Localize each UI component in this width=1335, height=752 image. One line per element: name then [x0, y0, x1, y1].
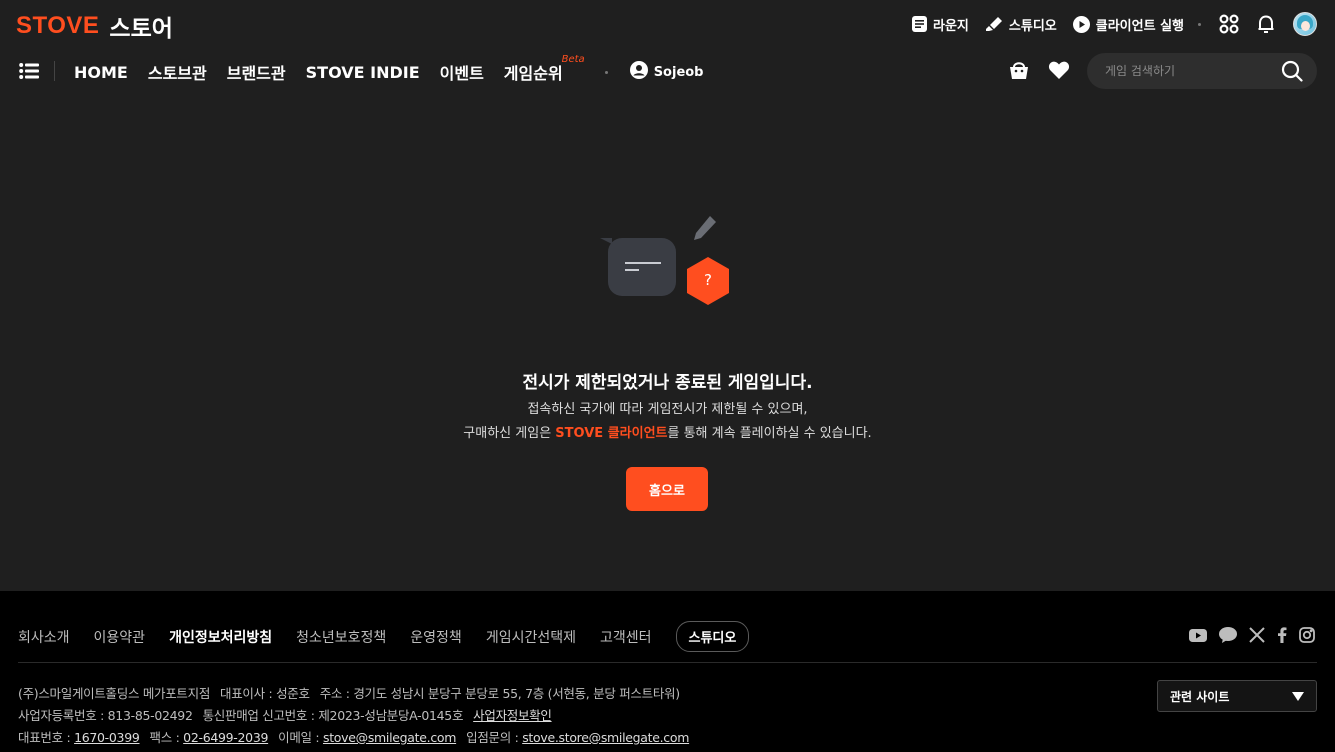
store-title[interactable]: 스토어 — [109, 9, 172, 43]
top-bar: STOVE 스토어 라운지 스튜디오 클라이언트 실행 — [0, 0, 1335, 48]
tel-label: 대표번호 : — [18, 730, 75, 745]
divider-dot — [1198, 22, 1201, 26]
play-icon — [1072, 15, 1090, 33]
footer-link-terms[interactable]: 이용약관 — [94, 627, 146, 647]
chat-bubble-icon[interactable] — [1219, 627, 1237, 643]
nav-stove-hall[interactable]: 스토브관 — [148, 60, 207, 84]
caret-down-icon — [1292, 692, 1304, 701]
nav-items: HOME 스토브관 브랜드관 STOVE INDIE 이벤트 게임순위 Beta … — [74, 54, 704, 84]
search-input[interactable] — [1105, 53, 1275, 89]
badge-question-mark: ? — [704, 271, 712, 289]
business-number: 사업자등록번호 : 813-85-02492 — [18, 708, 193, 723]
studio-icon — [985, 16, 1003, 32]
cart-icon[interactable] — [1008, 59, 1030, 85]
message-line-1: 접속하신 국가에 따라 게임전시가 제한될 수 있으며, — [527, 402, 808, 417]
client-run-link[interactable]: 클라이언트 실행 — [1072, 15, 1184, 34]
footer-link-game-time[interactable]: 게임시간선택제 — [486, 627, 576, 647]
nav-stove-indie[interactable]: STOVE INDIE — [306, 63, 420, 82]
fax-link[interactable]: 02-6499-2039 — [183, 730, 268, 745]
mail-order-number: 통신판매업 신고번호 : 제2023-성남분당A-0145호 — [202, 708, 464, 723]
message-line-2-post: 를 통해 계속 플레이하실 수 있습니다. — [667, 426, 872, 441]
instagram-icon[interactable] — [1299, 627, 1315, 643]
beta-badge: Beta — [561, 54, 585, 65]
nav-home[interactable]: HOME — [74, 63, 128, 82]
footer-links: 회사소개 이용약관 개인정보처리방침 청소년보호정책 운영정책 게임시간선택제 … — [18, 621, 750, 652]
main-content: ? 전시가 제한되었거나 종료된 게임입니다. 접속하신 국가에 따라 게임전시… — [0, 94, 1335, 591]
nav-divider — [54, 61, 55, 81]
footer-link-youth[interactable]: 청소년보호정책 — [296, 627, 386, 647]
footer: 회사소개 이용약관 개인정보처리방침 청소년보호정책 운영정책 게임시간선택제 … — [0, 591, 1335, 752]
utility-menu: 라운지 스튜디오 클라이언트 실행 — [896, 11, 1317, 37]
youtube-icon[interactable] — [1189, 628, 1207, 642]
stove-client-link[interactable]: STOVE 클라이언트 — [555, 426, 667, 441]
menu-icon[interactable] — [19, 62, 39, 80]
search-box — [1087, 53, 1317, 89]
company-info-row-3: 대표번호 : 1670-0399 팩스 : 02-6499-2039 이메일 : s… — [18, 727, 689, 746]
social-links — [1189, 627, 1315, 643]
footer-link-company[interactable]: 회사소개 — [18, 627, 70, 647]
footer-link-privacy[interactable]: 개인정보처리방침 — [169, 627, 272, 647]
nav-ranking-label: 게임순위 — [503, 64, 563, 83]
company-info-row-2: 사업자등록번호 : 813-85-02492 통신판매업 신고번호 : 제2023… — [18, 705, 552, 724]
client-run-label: 클라이언트 실행 — [1095, 18, 1184, 34]
email-link[interactable]: stove@smilegate.com — [323, 730, 456, 745]
x-twitter-icon[interactable] — [1249, 627, 1265, 643]
email-label: 이메일 : — [278, 730, 323, 745]
related-sites-label: 관련 사이트 — [1170, 689, 1230, 704]
main-nav: HOME 스토브관 브랜드관 STOVE INDIE 이벤트 게임순위 Beta … — [0, 48, 1335, 94]
footer-studio-button[interactable]: 스튜디오 — [675, 621, 750, 652]
facebook-icon[interactable] — [1277, 627, 1287, 643]
store-inquiry-link[interactable]: stove.store@smilegate.com — [522, 730, 689, 745]
nav-dot — [604, 70, 608, 74]
tel-link[interactable]: 1670-0399 — [74, 730, 140, 745]
footer-link-support[interactable]: 고객센터 — [600, 627, 652, 647]
studio-link[interactable]: 스튜디오 — [985, 15, 1057, 34]
search-icon[interactable] — [1281, 60, 1303, 86]
lounge-icon — [912, 16, 928, 32]
ceo: 대표이사 : 성준호 — [220, 686, 310, 701]
message-line-2: 구매하신 게임은 STOVE 클라이언트를 통해 계속 플레이하실 수 있습니다… — [0, 422, 1335, 441]
user-menu[interactable]: Sojeob — [629, 61, 704, 83]
brand-logo[interactable]: STOVE 스토어 — [16, 9, 173, 43]
address: 주소 : 경기도 성남시 분당구 분당로 55, 7층 (서현동, 분당 퍼스트… — [319, 686, 680, 701]
avatar[interactable] — [1293, 12, 1317, 36]
message-title: 전시가 제한되었거나 종료된 게임입니다. — [522, 373, 813, 393]
store-inquiry-label: 입점문의 : — [466, 730, 523, 745]
nav-brand-hall[interactable]: 브랜드관 — [227, 60, 286, 84]
related-sites-select[interactable]: 관련 사이트 — [1157, 680, 1317, 712]
footer-link-operation[interactable]: 운영정책 — [410, 627, 462, 647]
lounge-label: 라운지 — [933, 18, 969, 34]
unavailable-illustration-icon: ? — [600, 216, 729, 305]
business-info-link[interactable]: 사업자정보확인 — [473, 708, 552, 723]
go-home-button[interactable]: 홈으로 — [626, 467, 708, 511]
studio-label: 스튜디오 — [1008, 18, 1057, 34]
company-info-row-1: (주)스마일게이트홀딩스 메가포트지점 대표이사 : 성준호 주소 : 경기도 성남… — [18, 683, 680, 702]
wishlist-heart-icon[interactable] — [1048, 60, 1070, 84]
message-line-2-pre: 구매하신 게임은 — [463, 426, 556, 441]
company-name: (주)스마일게이트홀딩스 메가포트지점 — [18, 686, 211, 701]
user-name: Sojeob — [653, 64, 704, 80]
lounge-link[interactable]: 라운지 — [912, 15, 969, 34]
stove-logo[interactable]: STOVE — [16, 12, 99, 40]
bell-icon[interactable] — [1257, 14, 1275, 34]
nav-ranking[interactable]: 게임순위 Beta — [503, 54, 585, 84]
apps-grid-icon[interactable] — [1219, 14, 1239, 34]
user-icon — [629, 61, 648, 83]
nav-events[interactable]: 이벤트 — [440, 60, 484, 84]
fax-label: 팩스 : — [149, 730, 184, 745]
footer-divider — [18, 662, 1317, 663]
